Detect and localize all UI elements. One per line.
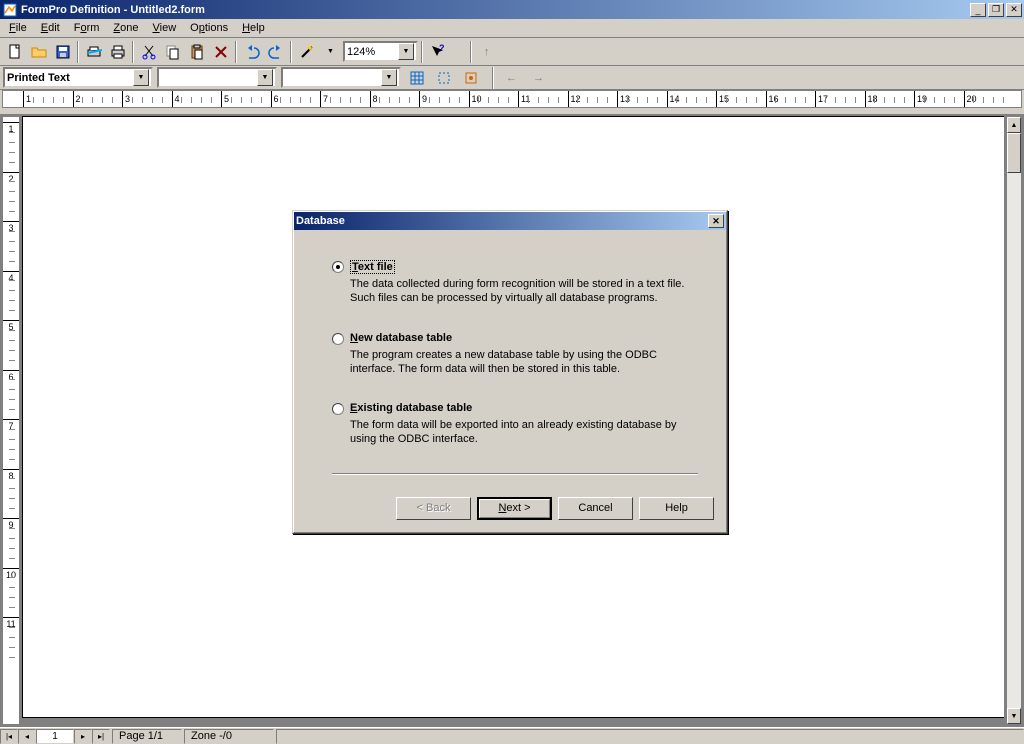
- scroll-down-button[interactable]: ▼: [1007, 708, 1021, 724]
- menu-help[interactable]: Help: [235, 20, 272, 36]
- menu-edit[interactable]: Edit: [34, 20, 67, 36]
- minimize-button[interactable]: _: [970, 3, 986, 17]
- field-toolbar: Printed Text ▼ ▼ ▼ ← →: [0, 66, 1024, 90]
- main-toolbar: ▼ 124% ▼ ? ↑: [0, 38, 1024, 66]
- undo-button[interactable]: [240, 41, 263, 63]
- combo-3[interactable]: ▼: [281, 67, 401, 88]
- paste-button[interactable]: [185, 41, 208, 63]
- field-type-dropdown-icon[interactable]: ▼: [133, 69, 149, 86]
- last-page-button[interactable]: ▸|: [92, 729, 110, 744]
- close-window-button[interactable]: ✕: [1006, 3, 1022, 17]
- combo-2[interactable]: ▼: [157, 67, 277, 88]
- menu-options[interactable]: Options: [183, 20, 235, 36]
- grid-icon[interactable]: [405, 67, 428, 89]
- maximize-button[interactable]: ❐: [988, 3, 1004, 17]
- radio-new-table[interactable]: [332, 333, 344, 345]
- dialog-title-text: Database: [296, 215, 345, 227]
- statusbar: |◂ ◂ ▸ ▸| Page 1/1 Zone -/0: [0, 727, 1024, 744]
- menu-form[interactable]: Form: [67, 20, 107, 36]
- arrow-up-button[interactable]: ↑: [475, 41, 498, 63]
- redo-button[interactable]: [264, 41, 287, 63]
- arrow-left-button[interactable]: ←: [500, 67, 523, 89]
- vertical-scrollbar[interactable]: ▲ ▼: [1006, 116, 1022, 725]
- open-button[interactable]: [27, 41, 50, 63]
- cut-button[interactable]: [137, 41, 160, 63]
- dropdown-tool-button[interactable]: ▼: [319, 41, 342, 63]
- field-type-value: Printed Text: [7, 72, 70, 84]
- scroll-thumb[interactable]: [1007, 133, 1021, 173]
- svg-text:?: ?: [439, 44, 445, 53]
- help-context-button[interactable]: ?: [426, 41, 449, 63]
- menu-view[interactable]: View: [146, 20, 184, 36]
- dialog-titlebar[interactable]: Database ✕: [294, 212, 726, 230]
- horizontal-ruler: 1234567891011121314151617181920: [2, 90, 1022, 108]
- next-page-button[interactable]: ▸: [74, 729, 92, 744]
- menubar: File Edit Form Zone View Options Help: [0, 19, 1024, 38]
- zone-info-panel: Zone -/0: [184, 729, 274, 744]
- cancel-button[interactable]: Cancel: [558, 497, 633, 520]
- radio-text-file[interactable]: [332, 261, 344, 273]
- wand-button[interactable]: [295, 41, 318, 63]
- page-number-input[interactable]: [36, 729, 74, 744]
- new-button[interactable]: [3, 41, 26, 63]
- arrow-right-button[interactable]: →: [527, 67, 550, 89]
- grid-snap-icon[interactable]: [432, 67, 455, 89]
- window-title: FormPro Definition - Untitled2.form: [21, 4, 970, 16]
- dialog-close-button[interactable]: ✕: [708, 214, 724, 228]
- next-button[interactable]: Next >: [477, 497, 552, 520]
- vertical-ruler: 1234567891011: [2, 116, 20, 725]
- delete-button[interactable]: [209, 41, 232, 63]
- back-button: < Back: [396, 497, 471, 520]
- dialog-separator: [332, 473, 698, 475]
- copy-button[interactable]: [161, 41, 184, 63]
- app-icon: [2, 2, 18, 18]
- radio-text-file-desc: The data collected during form recogniti…: [350, 277, 690, 306]
- prev-page-button[interactable]: ◂: [18, 729, 36, 744]
- menu-file[interactable]: File: [2, 20, 34, 36]
- menu-zone[interactable]: Zone: [106, 20, 145, 36]
- radio-existing-table[interactable]: [332, 403, 344, 415]
- print-button[interactable]: [106, 41, 129, 63]
- grid-settings-icon[interactable]: [459, 67, 482, 89]
- help-button[interactable]: Help: [639, 497, 714, 520]
- radio-existing-table-desc: The form data will be exported into an a…: [350, 418, 690, 447]
- database-dialog: Database ✕ Text file The data collected …: [292, 210, 728, 534]
- field-type-combo[interactable]: Printed Text ▼: [3, 67, 153, 88]
- scan-button[interactable]: [82, 41, 105, 63]
- zoom-value: 124%: [347, 46, 375, 58]
- zoom-combo[interactable]: 124% ▼: [343, 41, 418, 62]
- scroll-up-button[interactable]: ▲: [1007, 117, 1021, 133]
- radio-new-table-desc: The program creates a new database table…: [350, 348, 690, 377]
- page-info-panel: Page 1/1: [112, 729, 182, 744]
- first-page-button[interactable]: |◂: [0, 729, 18, 744]
- save-button[interactable]: [51, 41, 74, 63]
- radio-existing-table-label[interactable]: Existing database table: [350, 402, 472, 414]
- scroll-track[interactable]: [1007, 173, 1021, 708]
- status-message-panel: [276, 729, 1024, 744]
- titlebar: FormPro Definition - Untitled2.form _ ❐ …: [0, 0, 1024, 19]
- zoom-dropdown-icon[interactable]: ▼: [398, 43, 414, 60]
- radio-text-file-label[interactable]: Text file: [350, 260, 395, 274]
- radio-new-table-label[interactable]: New database table: [350, 332, 452, 344]
